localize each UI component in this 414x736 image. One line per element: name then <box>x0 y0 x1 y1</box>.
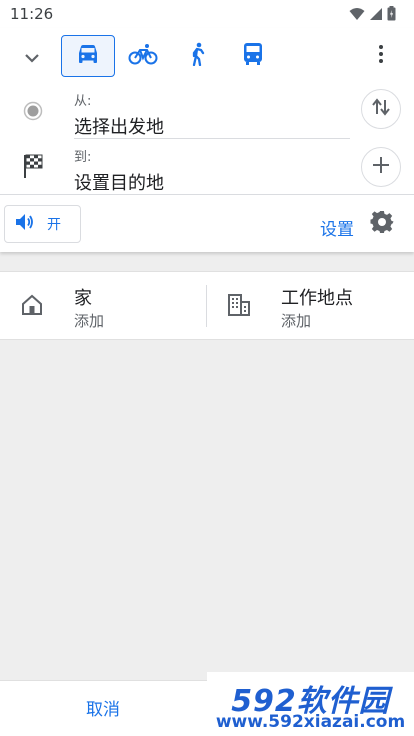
wifi-icon <box>349 6 365 25</box>
collapse-button[interactable] <box>18 44 46 70</box>
more-vert-icon <box>378 44 384 68</box>
work-place[interactable]: 工作地点 添加 <box>207 272 414 341</box>
mode-tab-cycling[interactable] <box>116 35 170 77</box>
status-bar: 11:26 <box>0 0 414 28</box>
origin-dot-icon <box>20 98 46 124</box>
origin-label: 从: <box>74 94 92 109</box>
mode-tab-transit[interactable] <box>226 35 280 77</box>
bicycle-icon <box>128 43 158 69</box>
voice-guidance-button[interactable]: 开 <box>4 205 81 243</box>
origin-underline <box>74 138 350 139</box>
destination-input[interactable]: 设置目的地 <box>74 169 164 195</box>
watermark-url: www.592xiazai.com <box>215 712 406 732</box>
volume-icon <box>15 213 35 235</box>
travel-mode-row <box>0 28 414 84</box>
building-icon <box>226 292 252 318</box>
origin-input[interactable]: 选择出发地 <box>74 113 164 139</box>
mode-tab-walking[interactable] <box>171 35 225 77</box>
add-stop-button[interactable] <box>361 147 401 187</box>
swap-vert-icon <box>370 97 392 121</box>
more-options-button[interactable] <box>370 42 392 70</box>
status-icons <box>349 6 396 25</box>
home-icon <box>19 292 45 318</box>
plus-icon <box>372 156 390 178</box>
voice-guidance-label: 开 <box>47 217 61 233</box>
settings-link[interactable]: 设置 <box>320 215 354 240</box>
home-title: 家 <box>74 288 92 309</box>
home-place[interactable]: 家 添加 <box>0 272 206 341</box>
work-title: 工作地点 <box>281 288 353 309</box>
work-subtitle: 添加 <box>281 312 312 330</box>
settings-button[interactable] <box>368 210 396 238</box>
swap-button[interactable] <box>361 89 401 129</box>
cancel-button[interactable]: 取消 <box>60 695 146 725</box>
checkered-flag-icon <box>20 153 46 179</box>
gear-icon <box>370 210 394 238</box>
status-time: 11:26 <box>10 5 54 23</box>
mode-tab-driving[interactable] <box>61 35 115 77</box>
walk-icon <box>189 42 207 70</box>
destination-label: 到: <box>74 150 92 165</box>
saved-places-card: 家 添加 工作地点 添加 <box>0 271 414 340</box>
battery-icon <box>387 6 396 25</box>
origin-field[interactable]: 从: 选择出发地 <box>0 84 414 140</box>
chevron-down-icon <box>24 48 40 67</box>
card-divider <box>0 194 414 195</box>
home-subtitle: 添加 <box>74 312 105 330</box>
watermark: 592软件园 www.592xiazai.com <box>207 672 414 736</box>
car-icon <box>75 43 101 69</box>
destination-field[interactable]: 到: 设置目的地 <box>0 140 414 196</box>
signal-icon <box>369 6 383 25</box>
directions-card: 从: 选择出发地 到: 设置目的地 开 设置 <box>0 28 414 252</box>
transit-icon <box>242 42 264 70</box>
